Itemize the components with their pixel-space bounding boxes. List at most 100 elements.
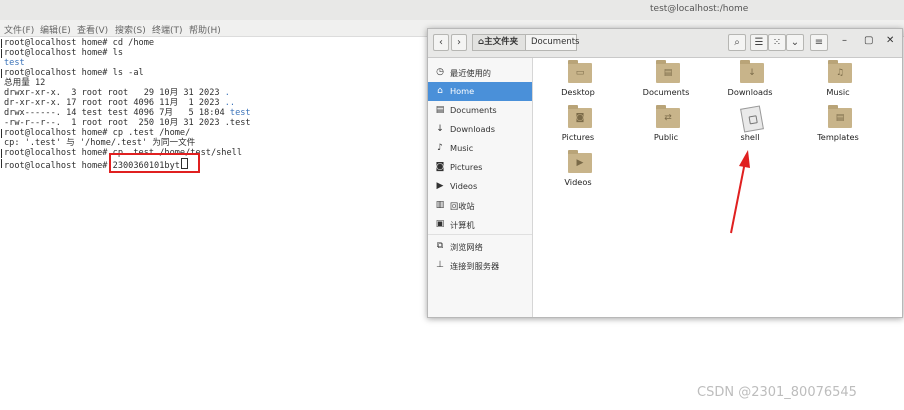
sidebar-item-label: Videos — [450, 181, 478, 191]
folder-glyph: ↓ — [748, 68, 756, 78]
sidebar-item-label: Music — [450, 143, 474, 153]
sidebar-item-trash[interactable]: ▥ 回收站 — [428, 196, 532, 215]
document-icon: ▤ — [435, 105, 445, 115]
server-icon: ⊥ — [436, 260, 444, 270]
directory-name: test — [229, 108, 251, 118]
menu-view[interactable]: 查看(V) — [77, 23, 108, 36]
sidebar-item-clock[interactable]: ◷ 最近使用的 — [428, 63, 532, 82]
highlight-box — [109, 153, 200, 173]
sidebar-item-label: 最近使用的 — [450, 68, 491, 78]
grid-icon: ⁙ — [772, 37, 782, 48]
sidebar-item-music[interactable]: ♪ Music — [428, 139, 532, 158]
sidebar-item-server[interactable]: ⊥ 连接到服务器 — [428, 256, 532, 275]
clock-icon: ◷ — [436, 67, 444, 77]
pictures-folder-icon: ◙ — [568, 105, 592, 128]
templates-folder-icon: ▤ — [828, 105, 852, 128]
directory-name: test — [4, 58, 25, 68]
minimize-button[interactable]: – — [842, 35, 847, 46]
sidebar-item-network[interactable]: ⧉ 浏览网络 — [428, 237, 532, 256]
shell-file-icon — [740, 105, 764, 133]
file-manager-window: ‹ › ⌂主文件夹 Documents ⌕ ☰ ⁙ ⌄ ≡ – ▢ ✕ ◷ 最近使… — [427, 28, 903, 318]
terminal-titlebar[interactable]: test@localhost:/home — [0, 0, 904, 20]
menu-terminal[interactable]: 终端(T) — [152, 23, 183, 36]
sidebar-separator — [428, 234, 532, 235]
search-icon: ⌕ — [734, 37, 740, 48]
file-label: Pictures — [561, 132, 595, 142]
file-label: Documents — [642, 87, 690, 97]
chevron-down-icon: ⌄ — [790, 37, 800, 48]
terminal-line: root@localhost home# cp .test /home/test… — [0, 148, 430, 158]
view-options-button[interactable]: ⌄ — [786, 34, 804, 51]
file-item-shell[interactable]: shell — [713, 104, 787, 148]
file-label: shell — [740, 132, 760, 142]
terminal-line: root@localhost home# ls — [0, 48, 430, 58]
video-icon: ▶ — [436, 181, 444, 191]
menu-file[interactable]: 文件(F) — [4, 23, 34, 36]
terminal-line: drwxr-xr-x. 3 root root 29 10月 31 2023 . — [4, 88, 230, 98]
folder-glyph: ⇄ — [664, 113, 672, 123]
terminal-title: test@localhost:/home — [650, 4, 749, 14]
grid-view-button[interactable]: ⁙ — [768, 34, 786, 51]
menu-help[interactable]: 帮助(H) — [189, 23, 221, 36]
downloads-folder-icon: ↓ — [740, 60, 764, 83]
terminal-output[interactable]: root@localhost home# cd /home root@localh… — [0, 38, 430, 171]
file-label: Public — [653, 132, 679, 142]
folder-glyph: ▶ — [576, 158, 584, 168]
menu-button[interactable]: ≡ — [810, 34, 828, 51]
sidebar: ◷ 最近使用的 ⌂ Home ▤ Documents ↓ Downloads ♪ Music ◙ Pi… — [428, 58, 533, 317]
file-item-pictures[interactable]: ◙ Pictures — [541, 104, 615, 148]
forward-button[interactable]: › — [451, 34, 467, 51]
music-icon: ♪ — [437, 143, 443, 153]
breadcrumb-home[interactable]: ⌂主文件夹 — [472, 34, 526, 51]
computer-icon: ▣ — [435, 219, 445, 229]
sidebar-item-document[interactable]: ▤ Documents — [428, 101, 532, 120]
terminal-line: drwx------. 14 test test 4096 7月 5 18:04… — [4, 108, 251, 118]
directory-name: .. — [224, 98, 236, 108]
terminal-line: test — [0, 58, 430, 68]
sidebar-item-computer[interactable]: ▣ 计算机 — [428, 215, 532, 234]
sidebar-item-label: 连接到服务器 — [450, 261, 500, 271]
sidebar-item-home[interactable]: ⌂ Home — [428, 82, 532, 101]
folder-glyph: ◙ — [575, 113, 585, 123]
music-folder-icon: ♫ — [828, 60, 852, 83]
videos-folder-icon: ▶ — [568, 150, 592, 173]
sidebar-item-camera[interactable]: ◙ Pictures — [428, 158, 532, 177]
search-button[interactable]: ⌕ — [728, 34, 746, 51]
directory-name: . — [224, 88, 230, 98]
terminal-line: root@localhost home# 2300360101byt — [0, 158, 430, 171]
back-button[interactable]: ‹ — [433, 34, 449, 51]
menu-search[interactable]: 搜索(S) — [115, 23, 146, 36]
sidebar-item-video[interactable]: ▶ Videos — [428, 177, 532, 196]
folder-glyph: ▤ — [663, 68, 673, 78]
terminal-line: 总用量 12 — [4, 78, 46, 88]
file-item-videos[interactable]: ▶ Videos — [541, 149, 615, 193]
watermark: CSDN @2301_80076545 — [697, 385, 857, 400]
list-view-button[interactable]: ☰ — [750, 34, 768, 51]
file-item-music[interactable]: ♫ Music — [801, 59, 875, 103]
terminal-line: -rw-r--r--. 1 root root 250 10月 31 2023 … — [4, 118, 251, 128]
terminal-line: dr-xr-xr-x. 17 root root 4096 11月 1 2023… — [4, 98, 236, 108]
file-label: Desktop — [561, 87, 595, 97]
sidebar-item-label: 回收站 — [450, 201, 475, 211]
camera-icon: ◙ — [435, 162, 445, 172]
breadcrumb-documents-label: Documents — [531, 37, 580, 47]
file-manager-headerbar: ‹ › ⌂主文件夹 Documents ⌕ ☰ ⁙ ⌄ ≡ – ▢ ✕ — [428, 29, 902, 58]
menu-edit[interactable]: 编辑(E) — [40, 23, 71, 36]
file-item-downloads[interactable]: ↓ Downloads — [713, 59, 787, 103]
maximize-button[interactable]: ▢ — [864, 35, 873, 46]
home-icon: ⌂ — [437, 86, 443, 96]
sidebar-item-label: Documents — [450, 105, 497, 115]
trash-icon: ▥ — [435, 200, 445, 210]
file-item-public[interactable]: ⇄ Public — [629, 104, 703, 148]
sidebar-item-download[interactable]: ↓ Downloads — [428, 120, 532, 139]
network-icon: ⧉ — [436, 241, 444, 251]
chevron-right-icon: › — [457, 37, 461, 48]
public-folder-icon: ⇄ — [656, 105, 680, 128]
file-item-desktop[interactable]: ▭ Desktop — [541, 59, 615, 103]
breadcrumb-documents[interactable]: Documents — [525, 34, 580, 51]
file-item-templates[interactable]: ▤ Templates — [801, 104, 875, 148]
file-item-documents[interactable]: ▤ Documents — [629, 59, 703, 103]
terminal-line: root@localhost home# cd /home — [0, 38, 430, 48]
file-grid: ▭ Desktop ▤ Documents ↓ Downloads ♫ Music ◙ Pictu… — [533, 58, 902, 317]
close-button[interactable]: ✕ — [886, 35, 894, 46]
